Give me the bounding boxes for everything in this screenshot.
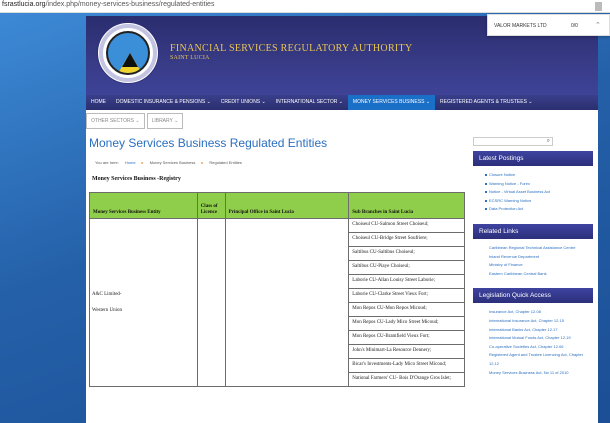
branch-item: National Farmers' CU- Bois D'Orange Gros…: [352, 376, 452, 381]
browser-url-bar[interactable]: fsrastlucia.org/index.php/money-services…: [0, 0, 610, 13]
latest-postings-list: Closure Notice Warning Notice - Forex No…: [473, 166, 593, 219]
entity-name: A&C Limited-: [92, 291, 122, 297]
related-link[interactable]: Eastern Caribbean Central Bank: [489, 270, 593, 279]
chevron-down-icon: ⌄: [338, 99, 343, 105]
latest-postings-title: Latest Postings: [473, 151, 593, 166]
secondary-nav: OTHER SECTORS ⌄ LIBRARY ⌄: [86, 113, 185, 129]
branch-item: Mon Repos CU-Mon Repos Micoud;: [349, 303, 464, 317]
entity-cell: A&C Limited- Western Union: [89, 218, 198, 387]
extension-icon[interactable]: [595, 2, 602, 11]
branch-item: Choiseul CU-Salmon Street Choiseul;: [349, 219, 464, 233]
site-container: FINANCIAL SERVICES REGULATORY AUTHORITY …: [86, 16, 598, 423]
chevron-down-icon: ⌄: [174, 118, 179, 124]
breadcrumb-prefix: You are here:: [95, 160, 119, 165]
branch-item: Mon Repos CU-Bramfield Vieux Fort;: [349, 331, 464, 345]
main-nav: HOME DOMESTIC INSURANCE & PENSIONS ⌄ CRE…: [86, 95, 598, 110]
page-title: Money Services Business Regulated Entiti…: [89, 136, 328, 150]
related-links-title: Related Links: [473, 223, 593, 239]
legislation-link[interactable]: International Insurance Act, Chapter 12.…: [489, 317, 593, 326]
latest-posting-link[interactable]: ECSRC Warning Notice: [485, 197, 593, 206]
related-link[interactable]: Inland Revenue Department: [489, 253, 593, 262]
table-header: Money Services Business Entity: [89, 192, 198, 219]
brand-country: SAINT LUCIA: [170, 55, 210, 61]
latest-posting-link[interactable]: Closure Notice: [485, 171, 593, 180]
authority-seal-logo[interactable]: [97, 22, 159, 84]
branch-item: Laborie CU-Clarke Street Vieux Fort;: [349, 289, 464, 303]
legislation-link[interactable]: Co-operative Societies Act, Chapter 12.0…: [489, 343, 593, 352]
brand-title: FINANCIAL SERVICES REGULATORY AUTHORITY …: [170, 43, 412, 61]
chevron-down-icon: ⌄: [135, 118, 140, 124]
nav-other-sectors[interactable]: OTHER SECTORS ⌄: [86, 113, 145, 129]
breadcrumb-section[interactable]: Money Services Business: [150, 160, 196, 165]
registry-heading: Money Services Business -Registry: [92, 176, 181, 182]
principal-office-cell: [224, 218, 350, 387]
legislation-list: Insurance Act, Chapter 12.08 Internation…: [473, 303, 593, 382]
branch-item: Mon Repos CU-Lady Mico Street Micoud;: [349, 317, 464, 331]
class-cell: [196, 218, 226, 387]
legislation-link[interactable]: Money Services Business Act, No 11 of 20…: [489, 369, 593, 378]
sidebar: ⌕ Latest Postings Closure Notice Warning…: [473, 137, 593, 382]
url-text[interactable]: fsrastlucia.org/index.php/money-services…: [2, 1, 214, 8]
latest-posting-link[interactable]: Warning Notice - Forex: [485, 180, 593, 189]
chevron-down-icon: ⌄: [261, 99, 266, 105]
breadcrumb-home[interactable]: Home: [125, 160, 136, 165]
table-row: A&C Limited- Western Union Choiseul CU-S…: [89, 218, 465, 387]
legislation-link[interactable]: Registered Agent and Trustee Licencing A…: [489, 351, 593, 368]
nav-credit-unions[interactable]: CREDIT UNIONS ⌄: [216, 95, 271, 110]
branch-item: Laborie CU-Allan Louisy Street Laborie;: [349, 275, 464, 289]
legislation-link[interactable]: International Banks Act, Chapter 12.17: [489, 326, 593, 335]
branch-item: Bicar's Investments-Lady Mico Street Mic…: [349, 359, 464, 373]
entities-table: Money Services Business Entity Class of …: [89, 192, 465, 387]
nav-international-sector[interactable]: INTERNATIONAL SECTOR ⌄: [271, 95, 348, 110]
latest-posting-link[interactable]: Notice - Virtual Asset Business Act: [485, 188, 593, 197]
legislation-title: Legislation Quick Access: [473, 288, 593, 304]
breadcrumb-current: Regulated Entities: [209, 160, 242, 165]
latest-posting-link[interactable]: Data Protection Act: [485, 205, 593, 214]
search-input[interactable]: ⌕: [473, 137, 553, 146]
chevron-up-icon[interactable]: ⌃: [595, 21, 601, 29]
breadcrumb-arrow-icon: ▸: [141, 160, 144, 165]
branch-item: John's Minimart-La Resource Dennery;: [349, 345, 464, 359]
chevron-down-icon: ⌄: [528, 99, 533, 105]
table-header: Sub Branches in Saint Lucia: [348, 192, 465, 219]
branch-item: Saltibus CU-Saltibus Choiseul;: [349, 247, 464, 261]
nav-domestic-insurance[interactable]: DOMESTIC INSURANCE & PENSIONS ⌄: [111, 95, 216, 110]
branches-cell: Choiseul CU-Salmon Street Choiseul; Choi…: [348, 218, 465, 387]
branch-item: Saltibus CU-Piaye Choiseul;: [349, 261, 464, 275]
table-header-row: Money Services Business Entity Class of …: [89, 192, 465, 219]
nav-library[interactable]: LIBRARY ⌄: [146, 113, 184, 129]
nav-registered-agents[interactable]: REGISTERED AGENTS & TRUSTEES ⌄: [435, 95, 537, 110]
search-icon[interactable]: ⌕: [547, 138, 550, 145]
legislation-link[interactable]: International Mutual Funds Act, Chapter …: [489, 334, 593, 343]
legislation-link[interactable]: Insurance Act, Chapter 12.08: [489, 308, 593, 317]
breadcrumb-arrow-icon: ▸: [201, 160, 204, 165]
popup-count: 0/0: [571, 23, 578, 29]
related-link[interactable]: Ministry of Finance: [489, 261, 593, 270]
entity-brand: Western Union: [92, 307, 123, 313]
seal-flag-icon: [106, 31, 150, 75]
related-link[interactable]: Caribbean Regional Technical Assistance …: [489, 244, 593, 253]
chevron-down-icon: ⌄: [206, 99, 211, 105]
popup-account-name: VALOR MARKETS LTD: [494, 23, 547, 29]
nav-money-services[interactable]: MONEY SERVICES BUSINESS ⌄: [347, 95, 436, 110]
branch-item: Choiseul CU-Bridge Street Soufriere;: [349, 233, 464, 247]
related-links-list: Caribbean Regional Technical Assistance …: [473, 239, 593, 283]
breadcrumb: You are here: Home ▸ Money Services Busi…: [95, 160, 242, 165]
seal-triangle-black: [122, 53, 138, 67]
table-header: Class of Licence: [196, 192, 226, 219]
wallet-popup[interactable]: VALOR MARKETS LTD 0/0 ⌃: [487, 14, 610, 36]
table-header: Principal Office in Saint Lucia: [224, 192, 350, 219]
nav-home[interactable]: HOME: [86, 95, 111, 110]
brand-name: FINANCIAL SERVICES REGULATORY AUTHORITY: [170, 43, 413, 54]
chevron-down-icon: ⌄: [425, 99, 431, 105]
